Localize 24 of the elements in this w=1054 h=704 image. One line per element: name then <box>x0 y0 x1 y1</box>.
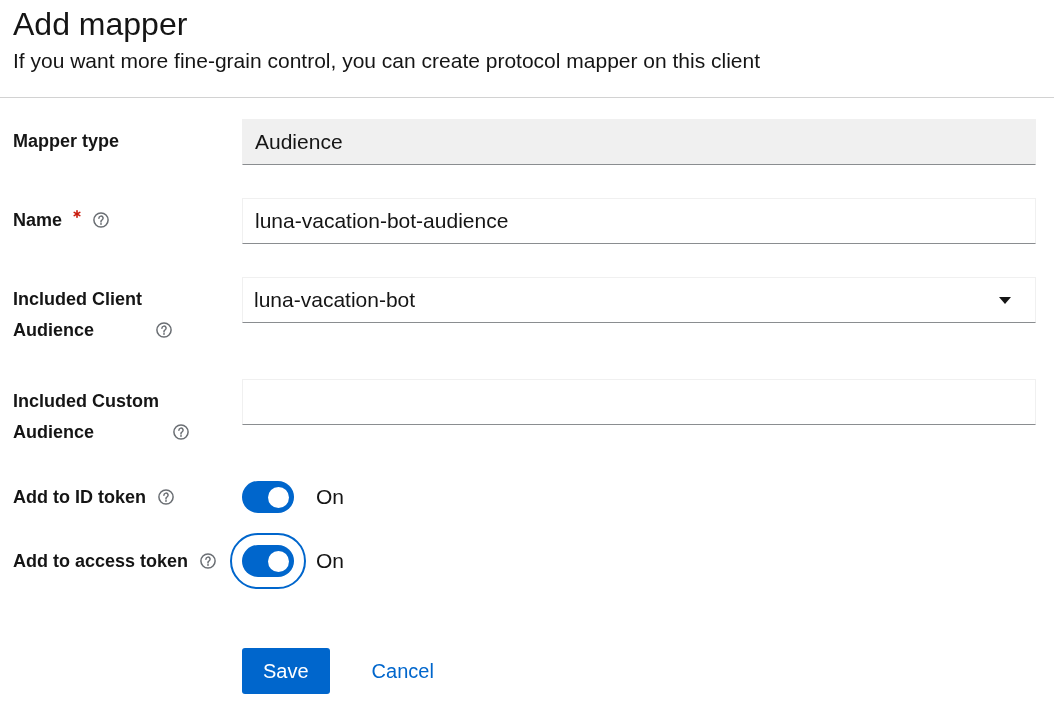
field-label: Mapper type <box>13 130 120 153</box>
help-icon[interactable] <box>158 488 174 505</box>
caret-icon <box>999 296 1011 304</box>
help-icon[interactable] <box>173 424 189 440</box>
help-icon[interactable] <box>200 552 217 569</box>
readonly-field[interactable]: Audience <box>242 119 1036 165</box>
toggle-switch[interactable] <box>230 533 306 589</box>
toggle-switch[interactable] <box>242 481 294 513</box>
field-label: Add to access token <box>13 549 189 573</box>
page-title: Add mapper <box>13 6 189 42</box>
page-description: If you want more fine-grain control, you can create protocol mapper on this client <box>13 48 762 74</box>
field-label: Included Client Audience <box>13 288 143 342</box>
field-label: Add to ID token <box>13 485 146 509</box>
help-icon[interactable] <box>156 322 172 338</box>
field-label: Name <box>13 209 63 232</box>
help-icon[interactable] <box>93 212 110 228</box>
text-field[interactable] <box>242 379 1036 425</box>
field-label: Included Custom Audience <box>13 390 160 444</box>
select-field[interactable]: luna-vacation-bot <box>242 277 1036 323</box>
cancel-link[interactable]: Cancel <box>371 656 434 686</box>
save-button[interactable]: Save <box>242 648 330 694</box>
switch-state-label: On <box>316 548 344 575</box>
text-field[interactable]: luna-vacation-bot-audience <box>242 198 1036 244</box>
switch-state-label: On <box>316 484 344 511</box>
